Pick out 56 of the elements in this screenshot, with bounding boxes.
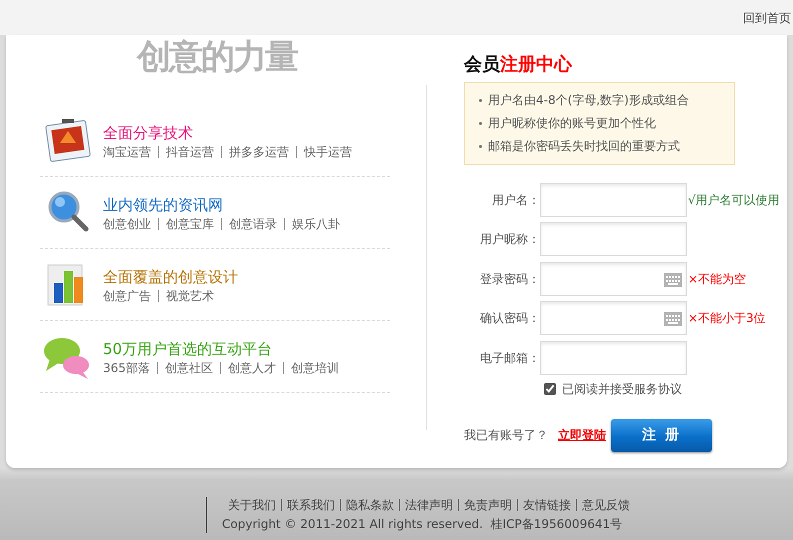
footer-link[interactable]: 联系我们: [281, 499, 340, 511]
tip-text: 用户昵称使你的账号更加个性化: [488, 115, 656, 132]
feature-title-link[interactable]: 全面覆盖的创意设计: [103, 267, 238, 287]
agreement-checkbox[interactable]: [544, 382, 556, 394]
category-link[interactable]: 淘宝运营: [103, 146, 158, 158]
footer-link[interactable]: 隐私条款: [340, 499, 399, 511]
login-prompt: 我已有账号了？: [464, 427, 548, 444]
validation-message: ×不能为空: [688, 270, 746, 288]
title-text: 会员: [464, 54, 500, 75]
footer-link[interactable]: 友情链接: [517, 499, 576, 511]
category-link[interactable]: 视觉艺术: [158, 290, 221, 302]
field-label: 用户昵称：: [479, 231, 540, 248]
input-field[interactable]: [540, 182, 687, 217]
category-link[interactable]: 365部落: [103, 362, 157, 374]
field-label: 用户名：: [491, 192, 540, 209]
input-field[interactable]: [540, 301, 687, 336]
category-link[interactable]: 创意创业: [103, 218, 158, 230]
category-link[interactable]: 创意语录: [221, 218, 284, 230]
category-link[interactable]: 创意人才: [220, 362, 283, 374]
input-field[interactable]: [540, 262, 687, 296]
bullet-icon: [479, 145, 482, 148]
field-label: 电子邮箱：: [479, 350, 540, 367]
validation-message: √用户名可以使用: [688, 192, 780, 209]
category-link[interactable]: 创意社区: [156, 362, 220, 374]
validation-message: ×不能小于3位: [688, 310, 766, 328]
category-link[interactable]: 拼多多运营: [221, 146, 296, 158]
footer-link[interactable]: 免责声明: [458, 499, 517, 511]
login-link[interactable]: 立即登陆: [558, 426, 606, 444]
category-link[interactable]: 创意广告: [103, 290, 158, 302]
keyboard-icon[interactable]: [664, 312, 682, 326]
tip-text: 用户名由4-8个(字母,数字)形成或组合: [488, 92, 689, 109]
category-link[interactable]: 快手运营: [296, 146, 359, 158]
keyboard-icon[interactable]: [664, 272, 682, 287]
input-field[interactable]: [540, 222, 687, 256]
category-link[interactable]: 创意宝库: [158, 218, 221, 230]
input-field[interactable]: [540, 340, 687, 375]
category-link[interactable]: 抖音运营: [158, 146, 221, 158]
home-link[interactable]: 回到首页: [743, 8, 793, 26]
footer-link[interactable]: 关于我们: [228, 499, 281, 511]
bullet-icon: [479, 99, 482, 102]
field-label: 登录密码：: [479, 270, 540, 288]
tip-text: 邮箱是你密码丢失时找回的重要方式: [488, 138, 680, 155]
title-highlight: 注册中心: [500, 54, 572, 75]
feature-title-link[interactable]: 50万用户首选的互动平台: [103, 339, 272, 359]
bullet-icon: [479, 122, 482, 125]
register-button[interactable]: 注 册: [611, 418, 712, 452]
category-link[interactable]: 娱乐八卦: [284, 218, 347, 230]
copyright-text: Copyright © 2011-2021 All rights reserved. 桂ICP备1956009641号: [222, 516, 624, 533]
agreement-label: 已阅读并接受服务协议: [562, 380, 682, 398]
logo: 创意的力量: [137, 37, 298, 77]
category-link[interactable]: 创意培训: [282, 362, 346, 374]
feature-title-link[interactable]: 业内领先的资讯网: [103, 195, 223, 215]
footer-link[interactable]: 意见反馈: [576, 499, 635, 511]
field-label: 确认密码：: [479, 310, 540, 328]
footer-link[interactable]: 法律声明: [399, 499, 458, 511]
feature-title-link[interactable]: 全面分享技术: [103, 123, 193, 143]
